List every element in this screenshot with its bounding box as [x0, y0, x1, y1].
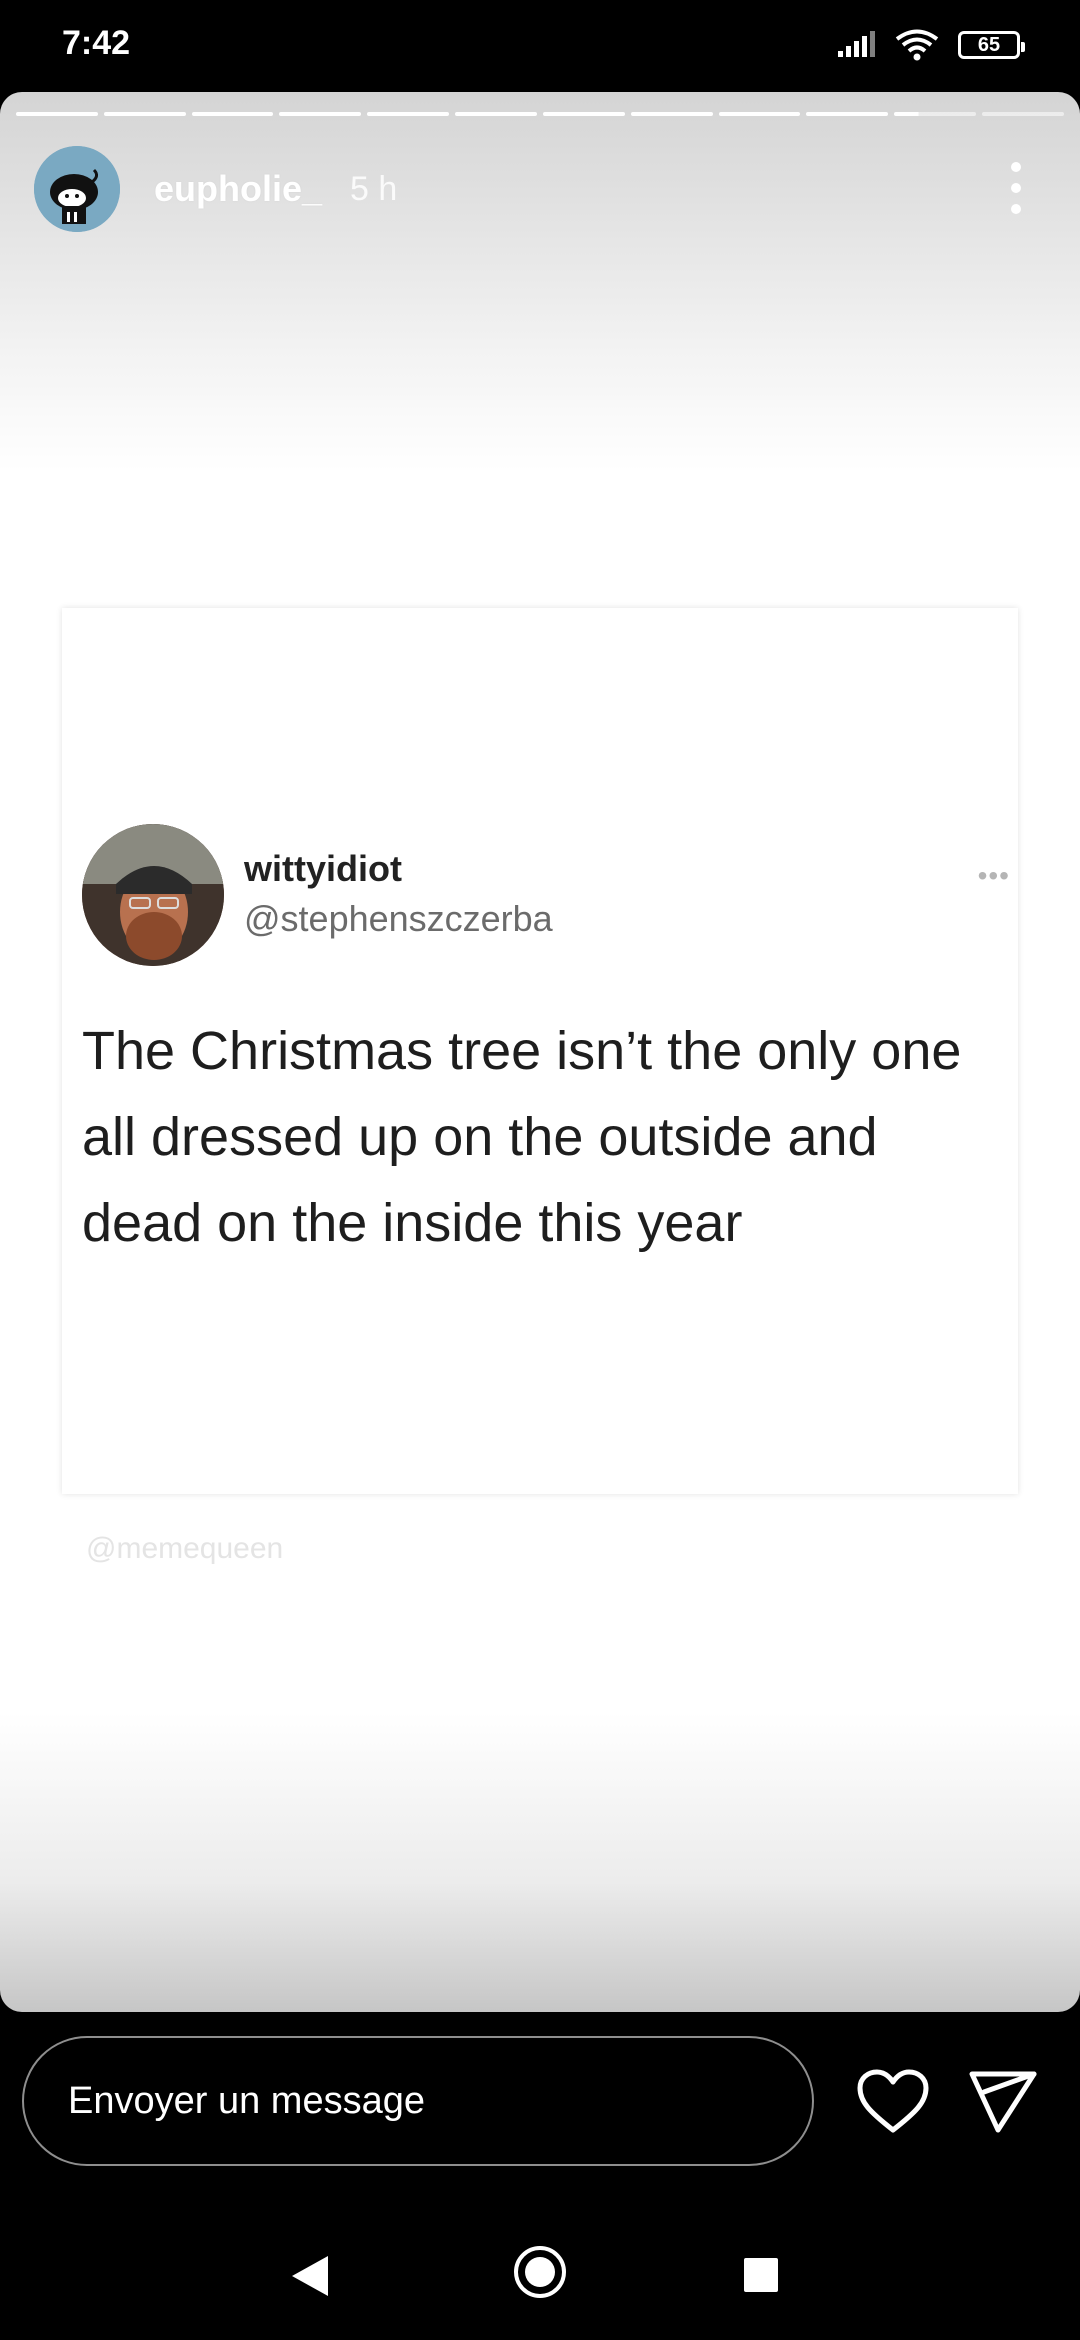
status-bar: 7:42 65 [0, 0, 1080, 92]
signal-icon [838, 31, 875, 57]
story-username[interactable]: eupholie_ [154, 168, 322, 210]
progress-segment-current [894, 112, 977, 116]
progress-segment [455, 112, 537, 116]
status-icons: 65 [836, 28, 1025, 62]
watermark: @memequeen [86, 1532, 284, 1565]
tweet-card: wittyidiot @stephenszczerba ••• The Chri… [62, 608, 1018, 1494]
story-time-ago: 5 h [350, 169, 398, 208]
progress-segment [103, 112, 186, 116]
more-options-icon[interactable] [1006, 162, 1026, 214]
tweet-text: The Christmas tree isn’t the only one al… [82, 1021, 962, 1253]
user-avatar[interactable] [34, 146, 120, 232]
tweet-display-name: wittyidiot [244, 848, 402, 889]
status-time: 7:42 [62, 24, 131, 62]
avatar-illustration [34, 146, 120, 232]
battery-icon: 65 [958, 31, 1025, 59]
back-icon[interactable] [290, 2254, 330, 2298]
progress-segment [16, 112, 98, 116]
progress-segment [806, 112, 889, 116]
story-header: eupholie_ 5 h [34, 144, 1046, 234]
send-icon[interactable] [968, 2066, 1038, 2136]
battery-level: 65 [977, 33, 1001, 56]
story-viewer[interactable]: eupholie_ 5 h wittyidiot @stephenszczerb… [0, 92, 1080, 2012]
tweet-avatar [82, 824, 224, 966]
tweet-handle: @stephenszczerba [244, 898, 553, 939]
progress-segment [279, 112, 362, 116]
home-icon[interactable] [512, 2244, 568, 2300]
wifi-icon [895, 29, 939, 61]
progress-segment [191, 112, 274, 116]
message-placeholder: Envoyer un message [68, 2079, 425, 2122]
story-progress [16, 112, 1064, 116]
send-message-input[interactable]: Envoyer un message [22, 2036, 814, 2166]
progress-segment [542, 112, 625, 116]
tweet-avatar-photo [82, 824, 224, 966]
tweet-more-icon: ••• [977, 860, 1010, 891]
progress-segment [367, 112, 450, 116]
heart-icon[interactable] [856, 2068, 930, 2136]
progress-segment [718, 112, 801, 116]
progress-segment [630, 112, 713, 116]
recents-icon[interactable] [744, 2258, 778, 2292]
progress-segment [982, 112, 1064, 116]
